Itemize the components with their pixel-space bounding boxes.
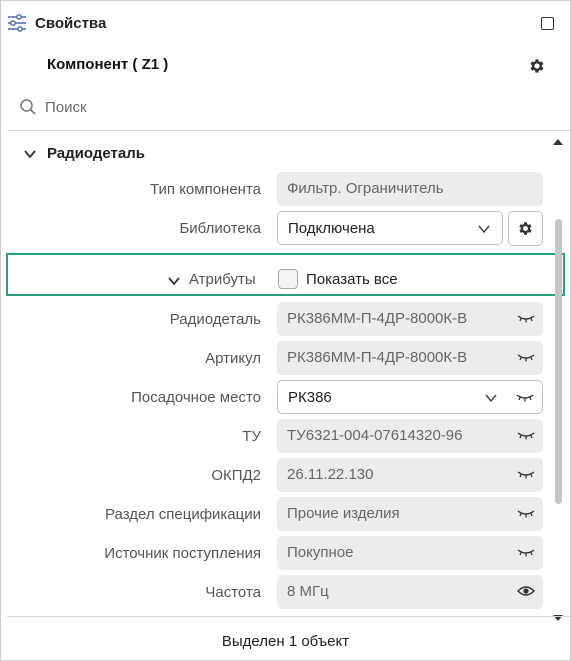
eye-closed-icon[interactable] <box>517 506 535 520</box>
attributes-label[interactable]: Атрибуты <box>189 271 256 288</box>
attr-field-article: РК386ММ-П-4ДР-8000К-В <box>277 341 543 375</box>
eye-closed-icon[interactable] <box>517 467 535 481</box>
gear-icon <box>519 222 532 235</box>
maximize-icon[interactable] <box>541 17 554 30</box>
panel-header: Свойства <box>1 1 570 47</box>
attr-field-footprint[interactable]: РК386 <box>277 380 543 414</box>
component-type-field: Фильтр. Ограничитель <box>277 172 543 206</box>
divider <box>7 616 570 617</box>
search-input[interactable] <box>45 95 515 119</box>
attr-field-okpd2: 26.11.22.130 <box>277 458 543 492</box>
attr-value: РК386 <box>288 389 332 406</box>
attr-value: РК386ММ-П-4ДР-8000К-В <box>287 310 468 327</box>
eye-closed-icon[interactable] <box>517 350 535 364</box>
scroll-up-arrow-icon[interactable] <box>552 138 564 146</box>
search-bar <box>1 91 570 123</box>
eye-closed-icon[interactable] <box>517 428 535 442</box>
attr-label-tu: ТУ <box>242 428 261 445</box>
library-value: Подключена <box>288 220 375 237</box>
attr-value: РК386ММ-П-4ДР-8000К-В <box>287 349 468 366</box>
attr-label-source: Источник поступления <box>104 545 261 562</box>
attr-field-radio-part: РК386ММ-П-4ДР-8000К-В <box>277 302 543 336</box>
attr-value: 26.11.22.130 <box>287 466 374 483</box>
sliders-icon <box>8 14 26 32</box>
attr-label-okpd2: ОКПД2 <box>211 467 261 484</box>
attr-label-spec-section: Раздел спецификации <box>105 506 261 523</box>
show-all-label[interactable]: Показать все <box>306 271 398 288</box>
chevron-down-icon <box>478 225 490 234</box>
attr-field-spec-section: Прочие изделия <box>277 497 543 531</box>
properties-panel: Свойства Компонент ( Z1 ) Радиодеталь Ти… <box>0 0 571 661</box>
chevron-down-icon[interactable] <box>167 274 181 288</box>
library-select[interactable]: Подключена <box>277 211 503 245</box>
attr-label-radio-part: Радиодеталь <box>169 311 261 328</box>
attr-field-tu: ТУ6321-004-07614320-96 <box>277 419 543 453</box>
library-label: Библиотека <box>179 220 261 237</box>
divider <box>7 130 570 131</box>
eye-closed-icon[interactable] <box>516 390 534 404</box>
vertical-scrollbar[interactable] <box>555 219 562 504</box>
section-title: Радиодеталь <box>47 145 145 162</box>
chevron-down-icon[interactable] <box>23 147 37 161</box>
component-title: Компонент ( Z1 ) <box>47 56 169 73</box>
status-text: Выделен 1 объект <box>221 633 350 650</box>
attr-label-footprint: Посадочное место <box>131 389 261 406</box>
panel-title: Свойства <box>35 15 107 32</box>
attr-value: Покупное <box>287 544 354 561</box>
attr-value: Прочие изделия <box>287 505 400 522</box>
attr-label-frequency: Частота <box>205 584 261 601</box>
attr-field-source: Покупное <box>277 536 543 570</box>
chevron-down-icon <box>485 394 497 403</box>
attr-field-frequency: 8 МГц <box>277 575 543 609</box>
eye-closed-icon[interactable] <box>517 545 535 559</box>
eye-open-icon[interactable] <box>517 584 535 598</box>
gear-icon[interactable] <box>528 57 546 75</box>
search-icon <box>20 99 36 115</box>
component-type-label: Тип компонента <box>150 181 261 198</box>
show-all-checkbox[interactable] <box>278 269 298 289</box>
attr-value: 8 МГц <box>287 583 329 600</box>
library-settings-button[interactable] <box>508 211 543 246</box>
attr-label-article: Артикул <box>205 350 261 367</box>
attr-value: ТУ6321-004-07614320-96 <box>287 427 463 444</box>
component-type-value: Фильтр. Ограничитель <box>287 180 444 197</box>
eye-closed-icon[interactable] <box>517 311 535 325</box>
